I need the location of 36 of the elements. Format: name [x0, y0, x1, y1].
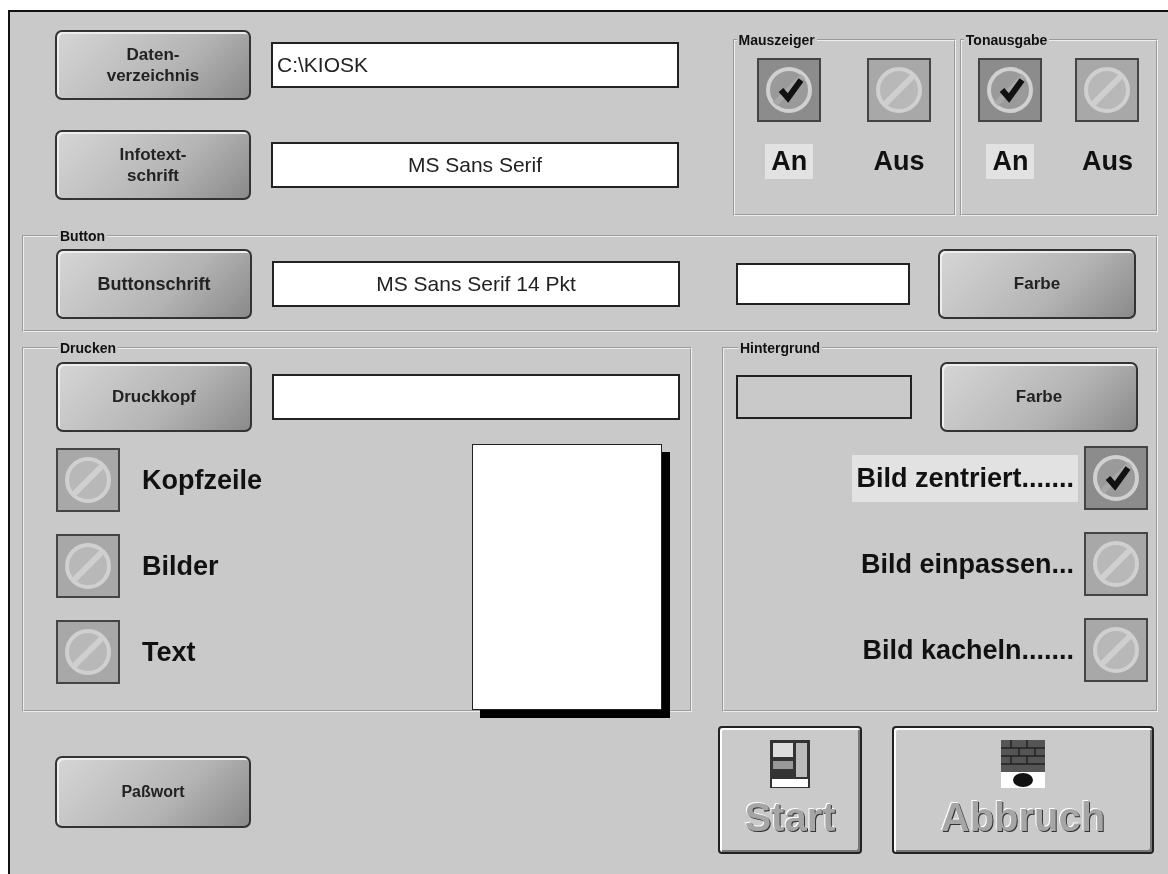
group-title: Button	[59, 228, 107, 244]
input-field[interactable]: MS Sans Serif 14 Pkt	[272, 261, 680, 307]
option-label: Bild kacheln.......	[861, 633, 1075, 667]
toggle-button[interactable]	[1084, 532, 1148, 596]
group-title: Drucken	[59, 340, 118, 356]
option-label: Text	[142, 636, 196, 668]
toggle-button[interactable]	[1075, 58, 1140, 122]
option-label: Bild zentriert.......	[852, 454, 1078, 502]
option-label: An	[986, 144, 1035, 179]
group-title: Hintergrund	[739, 340, 822, 356]
input-field[interactable]: MS Sans Serif	[271, 142, 679, 188]
toggle-button[interactable]	[867, 58, 931, 122]
toggle-button[interactable]	[56, 448, 120, 512]
print-header-button[interactable]: Druckkopf	[56, 362, 252, 432]
input-field[interactable]	[272, 374, 680, 420]
toggle-button[interactable]	[56, 620, 120, 684]
font-button[interactable]: Buttonschrift	[56, 249, 252, 319]
option-label: Aus	[1080, 145, 1134, 178]
settings-button[interactable]: Daten- verzeichnis	[55, 30, 251, 100]
color-button[interactable]: Farbe	[938, 249, 1136, 319]
group-title: Tonausgabe	[964, 32, 1049, 48]
color-button[interactable]: Farbe	[940, 362, 1138, 432]
input-field[interactable]: C:\KIOSK	[271, 42, 679, 88]
option-label: Bilder	[142, 550, 219, 582]
toggle-button[interactable]	[1084, 618, 1148, 682]
group-title: Mauszeiger	[737, 32, 816, 48]
checkmark-toggle[interactable]	[1084, 446, 1148, 510]
toggle-button[interactable]	[56, 534, 120, 598]
checkmark-toggle[interactable]	[757, 58, 822, 122]
settings-button[interactable]: Infotext- schrift	[55, 130, 251, 200]
option-label: Aus	[872, 145, 926, 178]
checkmark-toggle[interactable]	[978, 58, 1043, 122]
option-label: Bild einpassen...	[859, 547, 1075, 581]
option-label: Kopfzeile	[142, 464, 262, 496]
password-button[interactable]: Paßwort	[55, 756, 251, 828]
option-label: An	[765, 144, 814, 179]
